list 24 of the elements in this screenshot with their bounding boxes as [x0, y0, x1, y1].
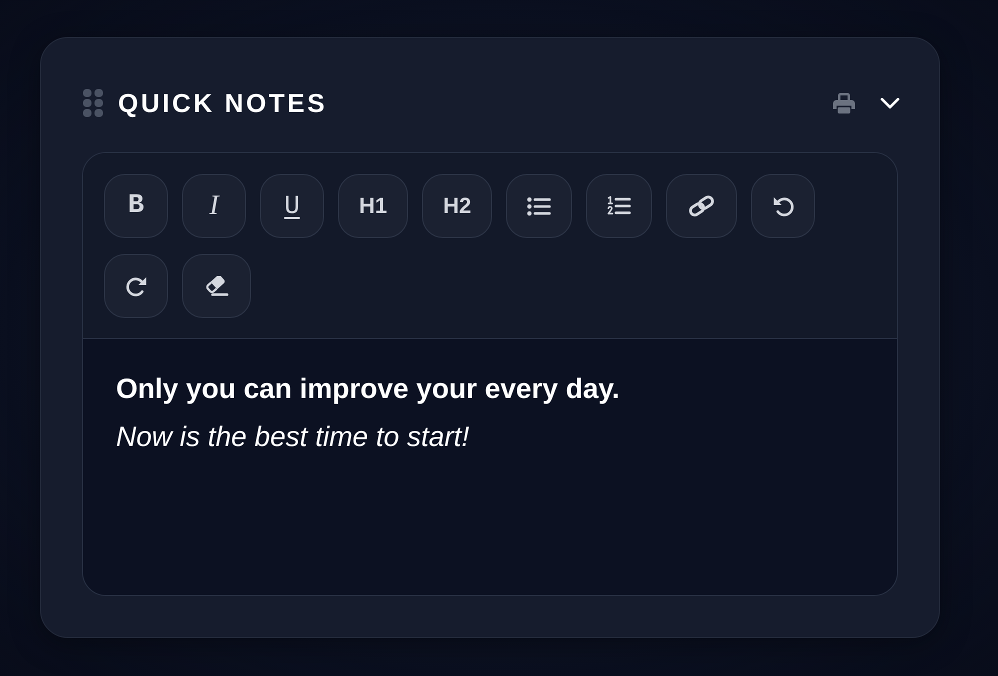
heading-button[interactable]: H1	[338, 174, 408, 238]
note-line: Now is the best time to start!	[116, 420, 470, 454]
redo-icon	[126, 276, 146, 296]
drag-handle-icon[interactable]	[83, 89, 103, 117]
bullet-list-button[interactable]	[506, 174, 572, 238]
italic-button[interactable]: I	[182, 174, 246, 238]
link-icon	[687, 195, 716, 217]
heading-button[interactable]: H2	[422, 174, 492, 238]
chevron-down-icon[interactable]	[880, 96, 900, 110]
printer-icon[interactable]	[832, 91, 856, 115]
redo-button[interactable]	[104, 254, 168, 318]
card-title: QUICK NOTES	[118, 88, 328, 118]
link-button[interactable]	[666, 174, 738, 238]
numbered-list-button[interactable]	[586, 174, 652, 238]
underline-button[interactable]: U	[260, 174, 324, 238]
numbered-list-icon	[607, 196, 632, 216]
bullet-list-icon	[527, 196, 552, 216]
undo-button[interactable]	[751, 174, 816, 238]
bold-button[interactable]: B	[104, 174, 168, 238]
undo-icon	[772, 196, 794, 216]
note-line: Only you can improve your every day.	[116, 372, 621, 406]
eraser-icon	[204, 276, 229, 296]
eraser-button[interactable]	[182, 254, 251, 318]
note-text-field[interactable]: Only you can improve your every day. Now is the best time to start!	[83, 339, 897, 595]
